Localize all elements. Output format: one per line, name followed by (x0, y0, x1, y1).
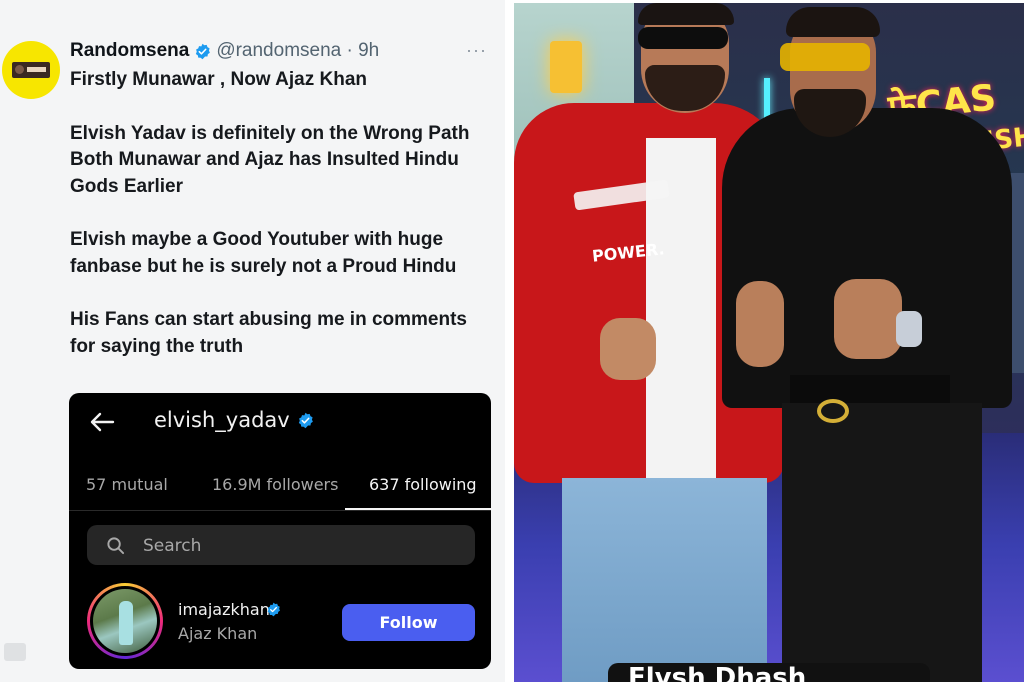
belt-buckle-icon (817, 399, 849, 423)
instagram-following-screenshot[interactable]: elvish_yadav 57 mutual 16.9M followers 6… (69, 393, 491, 669)
studio-photo: फ्रेCAS ELVISH POWER. Elvsh Dhash (514, 3, 1024, 682)
search-input[interactable]: Search (87, 525, 475, 565)
fist (600, 318, 656, 380)
instagram-tabs: 57 mutual 16.9M followers 637 following (69, 453, 491, 511)
tweet-paragraph: Firstly Munawar , Now Ajaz Khan (70, 69, 368, 90)
randomsena-logo-icon (12, 62, 50, 78)
tweet-header: Randomsena @randomsena · 9h (70, 40, 379, 62)
active-tab-indicator (345, 508, 491, 510)
verified-badge-icon (298, 412, 313, 429)
tweet-paragraph: Elvish maybe a Good Youtuber with huge f… (70, 229, 457, 277)
result-handle[interactable]: imajazkhan (178, 600, 270, 619)
thumbs-up-icon (736, 281, 784, 367)
sunglasses-icon (638, 27, 728, 49)
hair (638, 3, 734, 25)
caption-text: Elvsh Dhash (628, 663, 807, 682)
more-options-icon[interactable]: ··· (466, 40, 487, 61)
collage-divider (505, 0, 514, 682)
user-avatar[interactable] (87, 583, 163, 659)
tweet-handle-time[interactable]: @randomsena · 9h (216, 40, 379, 62)
search-icon (107, 537, 125, 555)
tweet-paragraph: Elvish Yadav is definitely on the Wrong … (70, 122, 470, 197)
image-watermark-icon (4, 643, 26, 661)
tab-mutual[interactable]: 57 mutual (86, 475, 168, 494)
hair (786, 7, 880, 37)
black-pants (782, 403, 982, 682)
result-name: Ajaz Khan (178, 624, 258, 643)
tweet-card: Randomsena @randomsena · 9h ··· Firstly … (0, 0, 505, 682)
jeans (562, 478, 767, 682)
verified-badge-icon (267, 602, 280, 617)
tab-following[interactable]: 637 following (369, 475, 477, 494)
instagram-username: elvish_yadav (154, 408, 290, 432)
search-placeholder: Search (143, 536, 202, 556)
tab-followers[interactable]: 16.9M followers (212, 475, 338, 494)
tweet-display-name[interactable]: Randomsena (70, 40, 189, 62)
watch-icon (896, 311, 922, 347)
sunglasses-icon (780, 43, 870, 71)
verified-badge-icon (196, 43, 211, 59)
belt (790, 375, 950, 403)
tweet-text: Firstly Munawar , Now Ajaz Khan Elvish Y… (70, 67, 490, 387)
arrow-left-icon[interactable] (87, 407, 117, 437)
tweet-avatar[interactable] (2, 41, 60, 99)
tweet-paragraph: His Fans can start abusing me in comment… (70, 309, 467, 357)
follow-button[interactable]: Follow (342, 604, 475, 641)
collage: Randomsena @randomsena · 9h ··· Firstly … (0, 0, 1024, 682)
thumbs-up-icon (834, 279, 902, 359)
lamp-icon (550, 41, 582, 93)
